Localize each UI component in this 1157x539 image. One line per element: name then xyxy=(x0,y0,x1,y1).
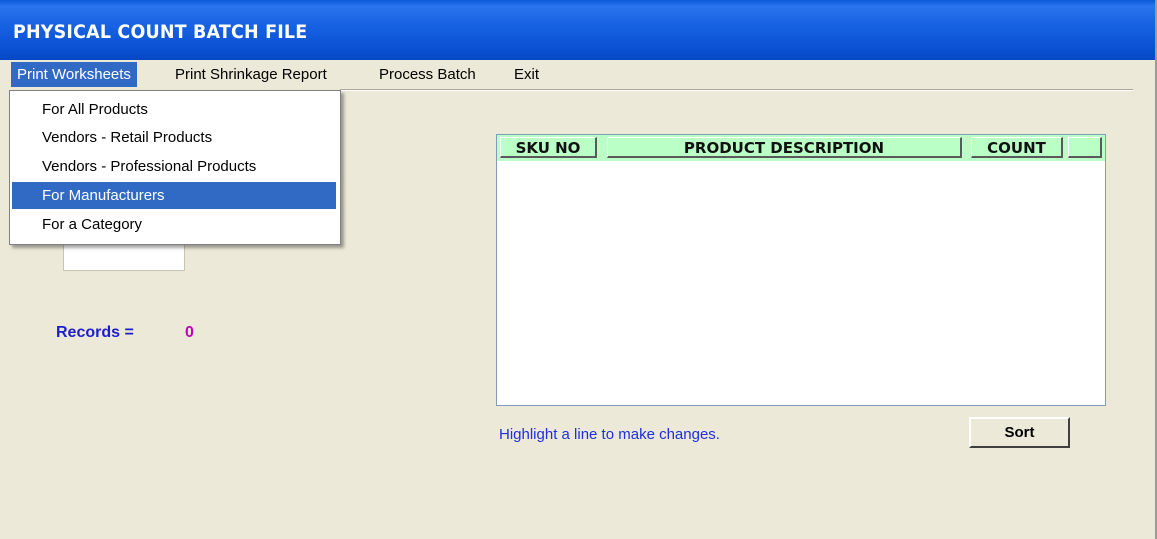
column-header-product-description[interactable]: PRODUCT DESCRIPTION xyxy=(607,137,962,158)
column-header-sku-no[interactable]: SKU NO xyxy=(500,137,597,158)
product-list[interactable]: SKU NO PRODUCT DESCRIPTION COUNT xyxy=(496,134,1106,406)
title-bar[interactable]: PHYSICAL COUNT BATCH FILE xyxy=(0,0,1155,60)
menu-item-vendors-professional-products[interactable]: Vendors - Professional Products xyxy=(12,153,336,180)
column-header-blank[interactable] xyxy=(1068,137,1102,158)
menu-print-worksheets[interactable]: Print Worksheets xyxy=(11,62,137,87)
menu-item-for-all-products[interactable]: For All Products xyxy=(12,96,336,123)
sort-button[interactable]: Sort xyxy=(969,417,1070,448)
input-box[interactable] xyxy=(63,244,185,271)
print-worksheets-dropdown: For All Products Vendors - Retail Produc… xyxy=(9,90,341,245)
window-title: PHYSICAL COUNT BATCH FILE xyxy=(13,21,308,43)
records-count: 0 xyxy=(185,324,194,341)
hint-text: Highlight a line to make changes. xyxy=(499,426,720,443)
menu-separator xyxy=(340,89,1133,91)
menu-exit[interactable]: Exit xyxy=(508,62,545,87)
main-window: PHYSICAL COUNT BATCH FILE Print Workshee… xyxy=(0,0,1157,539)
menu-bar: Print Worksheets Print Shrinkage Report … xyxy=(0,60,1155,89)
records-label: Records = xyxy=(56,324,134,341)
menu-item-for-a-category[interactable]: For a Category xyxy=(12,211,336,238)
list-header: SKU NO PRODUCT DESCRIPTION COUNT xyxy=(497,135,1105,161)
menu-item-for-manufacturers[interactable]: For Manufacturers xyxy=(12,182,336,209)
menu-item-vendors-retail-products[interactable]: Vendors - Retail Products xyxy=(12,124,336,151)
menu-print-shrinkage-report[interactable]: Print Shrinkage Report xyxy=(169,62,333,87)
column-header-count[interactable]: COUNT xyxy=(971,137,1063,158)
menu-process-batch[interactable]: Process Batch xyxy=(373,62,482,87)
